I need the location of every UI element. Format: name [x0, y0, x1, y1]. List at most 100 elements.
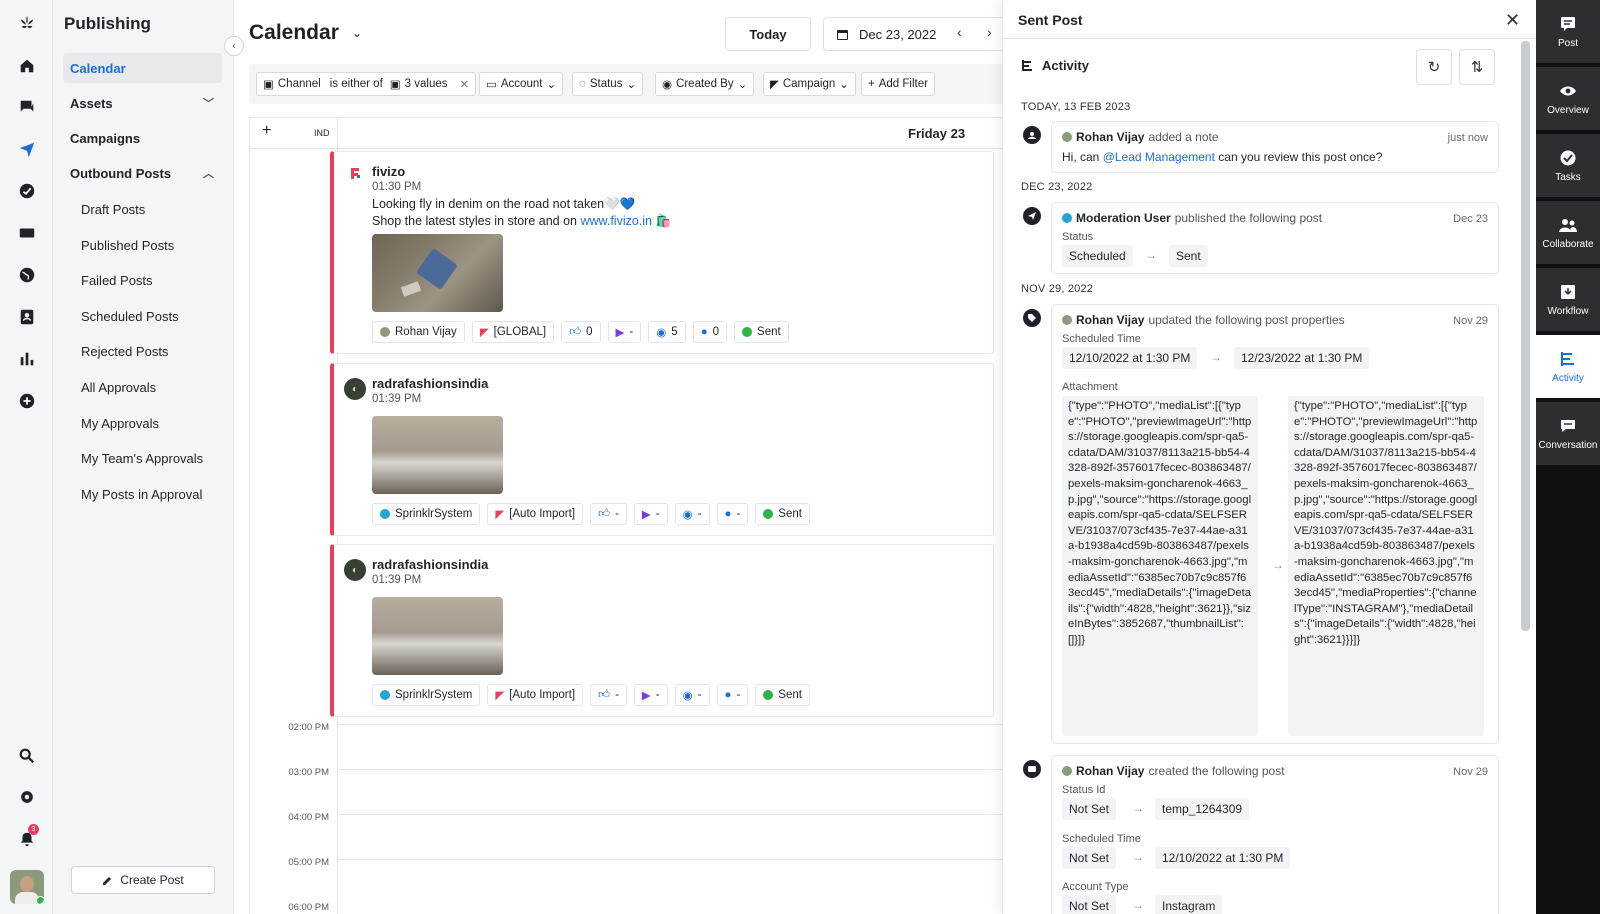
post-image[interactable]: [372, 416, 503, 494]
post-account-name: fivizo: [372, 164, 406, 179]
sort-button[interactable]: ⇅: [1459, 49, 1495, 85]
add-filter-button[interactable]: + Add Filter: [861, 72, 935, 96]
nav-item-campaigns[interactable]: Campaigns: [63, 123, 222, 153]
post-campaign-chip[interactable]: ◤ [Auto Import]: [487, 503, 584, 525]
post-campaign-chip[interactable]: ◤ [GLOBAL]: [471, 321, 555, 343]
post-author-chip[interactable]: SprinklrSystem: [372, 503, 481, 525]
search-icon[interactable]: [16, 745, 38, 767]
rail-activity[interactable]: Activity: [1536, 335, 1600, 399]
refresh-button[interactable]: ↻: [1416, 49, 1452, 85]
note-text: Hi, can @Lead Management can you review …: [1062, 150, 1382, 164]
status-chip[interactable]: Sent: [755, 684, 810, 706]
views-chip[interactable]: ◉ 5: [648, 321, 686, 343]
nav-item-calendar[interactable]: Calendar: [63, 53, 222, 83]
account-icon: ▭: [486, 79, 497, 91]
likes-chip[interactable]: 👍︎ 0: [561, 321, 601, 343]
activity-user[interactable]: Rohan Vijay: [1076, 130, 1144, 144]
analytics-check-icon[interactable]: [16, 180, 38, 202]
nav-item-outbound-posts[interactable]: Outbound Posts ︿: [63, 158, 222, 188]
nav-sub-my-approvals[interactable]: My Approvals: [81, 416, 159, 431]
activity-action: created the following post: [1148, 764, 1285, 778]
user-avatar[interactable]: [10, 870, 44, 904]
nav-sub-failed-posts[interactable]: Failed Posts: [81, 273, 153, 288]
field-label: Scheduled Time: [1062, 833, 1141, 845]
reports-icon[interactable]: [16, 348, 38, 370]
views-chip[interactable]: ◉ -: [674, 503, 710, 525]
tasks-check-icon: [1560, 150, 1576, 165]
activity-user[interactable]: Moderation User: [1076, 211, 1171, 225]
campaign-filter-chip[interactable]: ◤ Campaign ⌄: [763, 72, 856, 96]
nav-sub-scheduled-posts[interactable]: Scheduled Posts: [81, 309, 179, 324]
account-filter-chip[interactable]: ▭ Account ⌄: [479, 72, 564, 96]
nav-sub-rejected-posts[interactable]: Rejected Posts: [81, 344, 168, 359]
post-card[interactable]: ◐ radrafashionsindia 01:39 PM SprinklrSy…: [330, 363, 994, 536]
nav-sub-draft-posts[interactable]: Draft Posts: [81, 202, 145, 217]
view-dropdown-icon[interactable]: ⌄: [352, 26, 362, 40]
nav-item-assets[interactable]: Assets ﹀: [63, 88, 222, 118]
rail-workflow[interactable]: Workflow: [1536, 268, 1600, 332]
shares-chip[interactable]: ▶ -: [607, 321, 642, 343]
status-chip[interactable]: Sent: [734, 321, 789, 343]
likes-chip[interactable]: 👍︎ -: [590, 684, 627, 706]
channel-filter-chip[interactable]: ▣ Channel is either of ▣ 3 values ✕: [256, 72, 477, 96]
publishing-icon[interactable]: [16, 138, 38, 160]
rail-overview[interactable]: Overview: [1536, 67, 1600, 131]
likes-chip[interactable]: 👍︎ -: [590, 503, 627, 525]
new-value: 12/10/2022 at 1:30 PM: [1155, 847, 1291, 869]
status-chip[interactable]: Sent: [755, 503, 810, 525]
activity-user[interactable]: Rohan Vijay: [1076, 313, 1144, 327]
notifications-bell-icon[interactable]: 3: [16, 824, 39, 850]
post-card[interactable]: fivizo 01:30 PM Looking fly in denim on …: [330, 151, 994, 354]
nav-sub-published-posts[interactable]: Published Posts: [81, 238, 174, 253]
settings-gear-icon[interactable]: [16, 786, 38, 808]
next-date-button[interactable]: ›: [987, 24, 992, 40]
messages-icon[interactable]: [16, 96, 38, 118]
nav-sub-my-teams-approvals[interactable]: My Team's Approvals: [81, 451, 203, 466]
conversation-icon: [1561, 419, 1575, 432]
post-author-chip[interactable]: SprinklrSystem: [372, 684, 481, 706]
post-card[interactable]: ◐ radrafashionsindia 01:39 PM SprinklrSy…: [330, 544, 994, 717]
post-author: Rohan Vijay: [395, 326, 457, 338]
collapse-nav-button[interactable]: ‹: [224, 36, 244, 56]
rail-collaborate[interactable]: Collaborate: [1536, 201, 1600, 265]
calendar-grid-header: + IND Friday 23: [250, 118, 1010, 149]
comments-chip[interactable]: ● -: [716, 684, 749, 706]
close-panel-icon[interactable]: ✕: [1505, 10, 1520, 31]
globe-icon[interactable]: [16, 264, 38, 286]
comments-chip[interactable]: ● -: [716, 503, 749, 525]
logo-icon[interactable]: [16, 12, 38, 34]
home-icon[interactable]: [16, 55, 38, 77]
status-filter-chip[interactable]: ◌ Status ⌄: [572, 72, 644, 96]
post-image[interactable]: [372, 234, 503, 312]
add-circle-icon[interactable]: [16, 390, 38, 412]
post-image[interactable]: [372, 597, 503, 675]
panel-scrollbar[interactable]: [1521, 41, 1530, 631]
note-mention[interactable]: @Lead Management: [1103, 150, 1215, 164]
date-picker[interactable]: Dec 23, 2022: [823, 17, 1003, 51]
post-text-line1: Looking fly in denim on the road not tak…: [372, 197, 636, 211]
comments-chip[interactable]: ● 0: [692, 321, 728, 343]
shares-chip[interactable]: ▶ -: [633, 684, 668, 706]
activity-icon: [1022, 60, 1032, 71]
created-by-filter-chip[interactable]: ◉ Created By ⌄: [655, 72, 755, 96]
nav-sub-my-posts-in-approval[interactable]: My Posts in Approval: [81, 487, 202, 502]
post-author-chip[interactable]: Rohan Vijay: [372, 321, 465, 343]
today-button[interactable]: Today: [725, 17, 811, 51]
field-label: Scheduled Time: [1062, 333, 1141, 345]
remove-filter-icon[interactable]: ✕: [460, 77, 470, 91]
chevron-down-icon: ﹀: [203, 98, 214, 110]
post-link[interactable]: www.fivizo.in: [580, 214, 652, 228]
ticket-icon[interactable]: [16, 222, 38, 244]
activity-user[interactable]: Rohan Vijay: [1076, 764, 1144, 778]
views-chip[interactable]: ◉ -: [674, 684, 710, 706]
comments-count: -: [736, 689, 741, 701]
create-post-button[interactable]: Create Post: [71, 866, 215, 894]
prev-date-button[interactable]: ‹: [957, 24, 962, 40]
rail-conversation[interactable]: Conversation: [1536, 402, 1600, 466]
nav-sub-all-approvals[interactable]: All Approvals: [81, 380, 156, 395]
rail-post[interactable]: Post: [1536, 0, 1600, 64]
rail-tasks[interactable]: Tasks: [1536, 134, 1600, 198]
shares-chip[interactable]: ▶ -: [633, 503, 668, 525]
contacts-icon[interactable]: [16, 306, 38, 328]
post-campaign-chip[interactable]: ◤ [Auto Import]: [487, 684, 584, 706]
